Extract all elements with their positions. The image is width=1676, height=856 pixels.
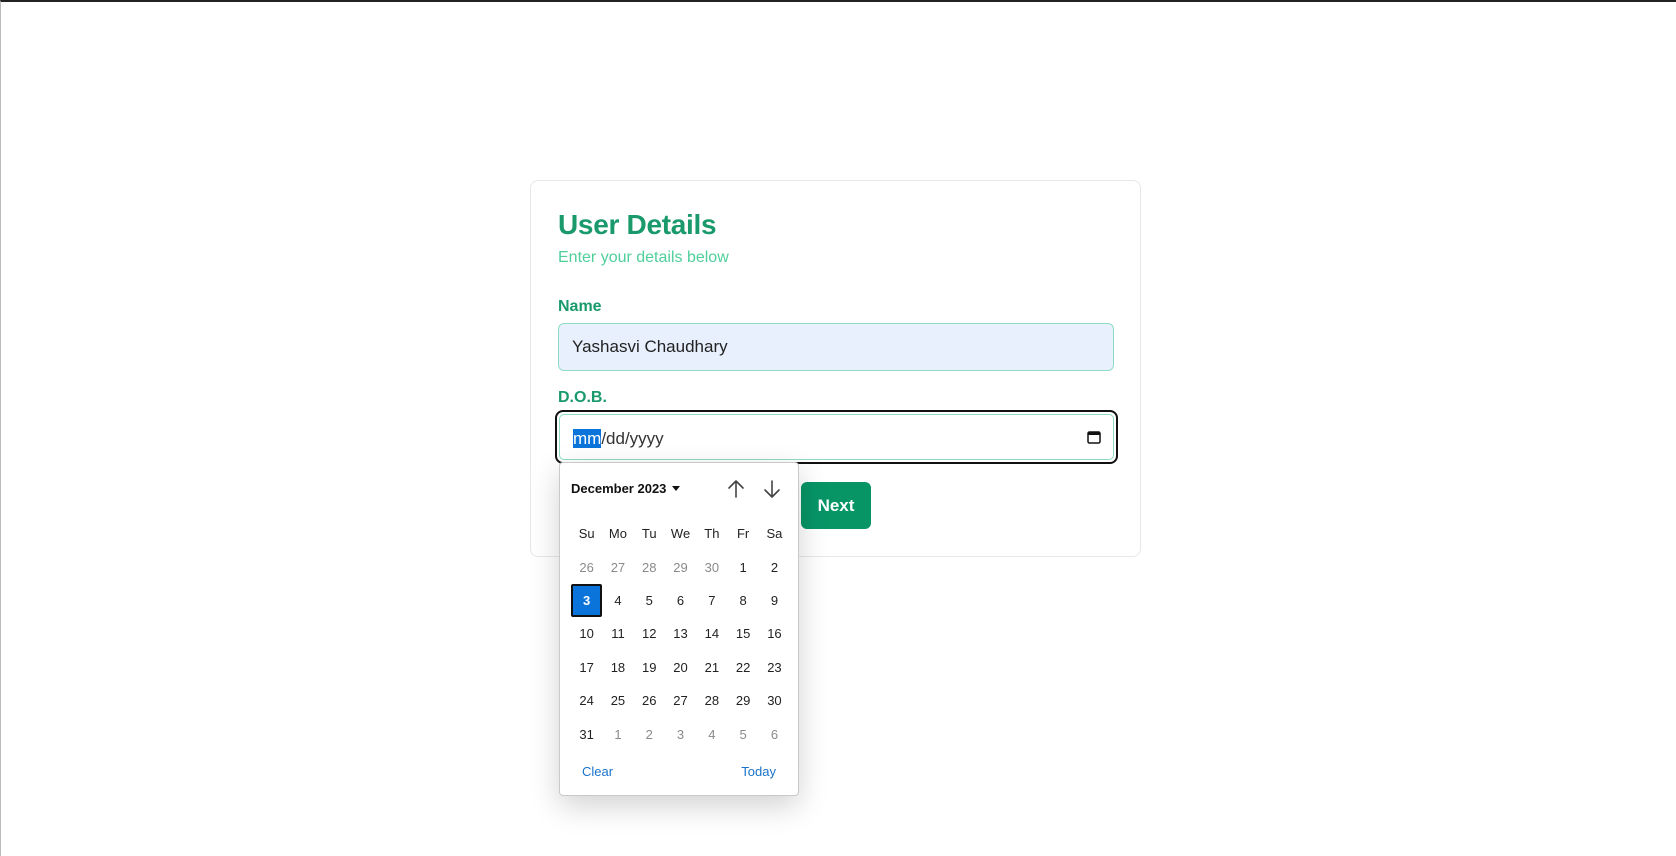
- name-label: Name: [558, 298, 602, 315]
- day-cell[interactable]: 5: [634, 584, 665, 617]
- day-cell[interactable]: 1: [727, 550, 758, 583]
- dob-input[interactable]: mm/dd/yyyy: [555, 410, 1118, 464]
- clear-button[interactable]: Clear: [582, 764, 613, 779]
- day-cell[interactable]: 16: [759, 617, 790, 650]
- day-cell[interactable]: 20: [665, 651, 696, 684]
- day-cell[interactable]: 7: [696, 584, 727, 617]
- day-cell[interactable]: 21: [696, 651, 727, 684]
- day-cell[interactable]: 28: [634, 550, 665, 583]
- day-cell[interactable]: 29: [727, 684, 758, 717]
- weekday-header: We: [670, 526, 691, 542]
- calendar-grid: Su Mo Tu We Th Fr Sa 26 27 28 29 30 1 2 3 4 5 6 7 8 9 10 11 12 1…: [571, 517, 790, 751]
- day-cell[interactable]: 2: [759, 550, 790, 583]
- day-cell[interactable]: 9: [759, 584, 790, 617]
- today-button[interactable]: Today: [741, 764, 776, 779]
- dob-label: D.O.B.: [558, 389, 607, 406]
- date-picker-popup: December 2023 Su Mo Tu We Th Fr Sa 26 27 28 29 30 1 2…: [559, 462, 799, 796]
- caret-down-icon: [672, 486, 681, 491]
- day-cell[interactable]: 19: [634, 651, 665, 684]
- weekday-header: Sa: [766, 526, 783, 542]
- day-cell[interactable]: 5: [727, 717, 758, 750]
- arrow-down-icon[interactable]: [760, 477, 784, 501]
- day-cell[interactable]: 6: [665, 584, 696, 617]
- day-cell[interactable]: 15: [727, 617, 758, 650]
- day-cell[interactable]: 26: [571, 550, 602, 583]
- calendar-icon[interactable]: [1087, 430, 1101, 444]
- weekday-header: Su: [578, 526, 595, 542]
- dob-value[interactable]: mm/dd/yyyy: [573, 429, 664, 449]
- day-cell-selected[interactable]: 3: [571, 583, 603, 618]
- day-cell[interactable]: 18: [602, 651, 633, 684]
- day-cell[interactable]: 26: [634, 684, 665, 717]
- day-cell[interactable]: 25: [602, 684, 633, 717]
- day-cell[interactable]: 23: [759, 651, 790, 684]
- day-cell[interactable]: 8: [727, 584, 758, 617]
- day-cell[interactable]: 14: [696, 617, 727, 650]
- weekday-header: Fr: [736, 526, 750, 542]
- day-cell[interactable]: 27: [665, 684, 696, 717]
- day-cell[interactable]: 2: [634, 717, 665, 750]
- day-cell[interactable]: 13: [665, 617, 696, 650]
- day-cell[interactable]: 1: [602, 717, 633, 750]
- next-button[interactable]: Next: [801, 482, 871, 529]
- day-cell[interactable]: 4: [602, 584, 633, 617]
- day-cell[interactable]: 4: [696, 717, 727, 750]
- weekday-header: Tu: [641, 526, 657, 542]
- day-cell[interactable]: 22: [727, 651, 758, 684]
- day-cell[interactable]: 6: [759, 717, 790, 750]
- day-cell[interactable]: 24: [571, 684, 602, 717]
- page-title: User Details: [558, 209, 717, 240]
- day-cell[interactable]: 30: [696, 550, 727, 583]
- day-cell[interactable]: 3: [665, 717, 696, 750]
- name-input[interactable]: [558, 323, 1114, 371]
- day-cell[interactable]: 30: [759, 684, 790, 717]
- month-year-label: December 2023: [571, 481, 667, 496]
- dob-month-segment[interactable]: mm: [573, 429, 602, 448]
- day-cell[interactable]: 28: [696, 684, 727, 717]
- day-cell[interactable]: 27: [602, 550, 633, 583]
- dob-input-inner: mm/dd/yyyy: [559, 414, 1114, 460]
- month-year-select[interactable]: December 2023: [571, 481, 681, 496]
- day-cell[interactable]: 10: [571, 617, 602, 650]
- dob-rest-segment[interactable]: /dd/yyyy: [601, 429, 663, 448]
- day-cell[interactable]: 11: [602, 617, 633, 650]
- weekday-header: Th: [704, 526, 720, 542]
- arrow-up-icon[interactable]: [724, 477, 748, 501]
- weekday-header: Mo: [608, 526, 627, 542]
- day-cell[interactable]: 17: [571, 651, 602, 684]
- day-cell[interactable]: 29: [665, 550, 696, 583]
- page-subtitle: Enter your details below: [558, 249, 729, 266]
- day-cell[interactable]: 31: [571, 717, 602, 750]
- day-cell[interactable]: 12: [634, 617, 665, 650]
